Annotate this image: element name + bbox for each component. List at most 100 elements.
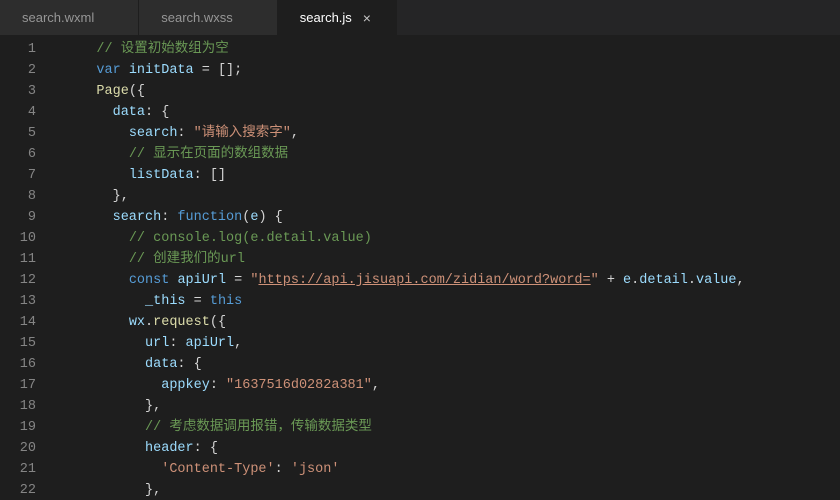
- tab-bar: search.wxml × search.wxss × search.js ×: [0, 0, 840, 35]
- code-token: [64, 252, 129, 267]
- line-number: 2: [0, 60, 52, 81]
- code-line[interactable]: },: [64, 480, 840, 500]
- code-area[interactable]: // 设置初始数组为空 var initData = []; Page({ da…: [52, 35, 840, 500]
- code-token: e: [623, 273, 631, 288]
- code-token: [64, 462, 161, 477]
- code-token: apiUrl: [177, 273, 226, 288]
- line-number: 1: [0, 39, 52, 60]
- code-line[interactable]: var initData = [];: [64, 60, 840, 81]
- code-token: ({: [210, 315, 226, 330]
- line-number: 19: [0, 417, 52, 438]
- code-line[interactable]: },: [64, 186, 840, 207]
- tab-search-wxss[interactable]: search.wxss ×: [139, 0, 278, 35]
- code-token: data: [113, 105, 145, 120]
- code-token: appkey: [161, 378, 210, 393]
- tab-search-wxml[interactable]: search.wxml ×: [0, 0, 139, 35]
- line-number: 13: [0, 291, 52, 312]
- code-token: :: [275, 462, 291, 477]
- code-token: =: [226, 273, 250, 288]
- tab-label: search.js: [300, 10, 352, 25]
- code-token: = [];: [194, 63, 243, 78]
- code-token: [64, 336, 145, 351]
- code-token: },: [64, 483, 161, 498]
- code-token: [121, 63, 129, 78]
- code-token: wx: [129, 315, 145, 330]
- tab-label: search.wxml: [22, 10, 94, 25]
- code-token: detail: [639, 273, 688, 288]
- code-line[interactable]: header: {: [64, 438, 840, 459]
- line-number: 10: [0, 228, 52, 249]
- code-token: ,: [234, 336, 242, 351]
- line-number: 4: [0, 102, 52, 123]
- code-line[interactable]: // 显示在页面的数组数据: [64, 144, 840, 165]
- code-line[interactable]: data: {: [64, 102, 840, 123]
- code-line[interactable]: listData: []: [64, 165, 840, 186]
- code-line[interactable]: Page({: [64, 81, 840, 102]
- code-token: [64, 273, 129, 288]
- code-token: },: [64, 189, 129, 204]
- code-token: listData: [129, 168, 194, 183]
- code-token: [64, 105, 113, 120]
- tab-label: search.wxss: [161, 10, 233, 25]
- line-number: 14: [0, 312, 52, 333]
- code-token: +: [599, 273, 623, 288]
- code-line[interactable]: search: "请输入搜索字",: [64, 123, 840, 144]
- code-token: [64, 294, 145, 309]
- code-line[interactable]: _this = this: [64, 291, 840, 312]
- code-token: var: [96, 63, 120, 78]
- code-token: ,: [291, 126, 299, 141]
- code-token: :: [210, 378, 226, 393]
- code-token: // 显示在页面的数组数据: [129, 147, 288, 162]
- line-number: 8: [0, 186, 52, 207]
- line-number: 3: [0, 81, 52, 102]
- code-line[interactable]: data: {: [64, 354, 840, 375]
- code-token: // 设置初始数组为空: [96, 42, 228, 57]
- code-line[interactable]: 'Content-Type': 'json': [64, 459, 840, 480]
- line-number: 6: [0, 144, 52, 165]
- code-token: : {: [145, 105, 169, 120]
- line-number: 16: [0, 354, 52, 375]
- line-number: 15: [0, 333, 52, 354]
- code-line[interactable]: appkey: "1637516d0282a381",: [64, 375, 840, 396]
- code-token: ,: [737, 273, 745, 288]
- code-token: =: [186, 294, 210, 309]
- code-token: https://api.jisuapi.com/zidian/word?word…: [258, 273, 590, 288]
- code-token: 'Content-Type': [161, 462, 274, 477]
- code-token: ": [591, 273, 599, 288]
- code-token: :: [169, 336, 185, 351]
- code-token: initData: [129, 63, 194, 78]
- code-token: url: [145, 336, 169, 351]
- code-token: [64, 147, 129, 162]
- code-line[interactable]: },: [64, 396, 840, 417]
- line-number: 5: [0, 123, 52, 144]
- code-token: [64, 231, 129, 246]
- code-token: function: [177, 210, 242, 225]
- code-line[interactable]: url: apiUrl,: [64, 333, 840, 354]
- code-token: ,: [372, 378, 380, 393]
- editor[interactable]: 12345678910111213141516171819202122 // 设…: [0, 35, 840, 500]
- code-token: [64, 357, 145, 372]
- line-number: 20: [0, 438, 52, 459]
- code-token: [64, 63, 96, 78]
- code-line[interactable]: // 考虑数据调用报错，传输数据类型: [64, 417, 840, 438]
- code-token: [64, 315, 129, 330]
- line-number-gutter: 12345678910111213141516171819202122: [0, 35, 52, 500]
- code-line[interactable]: const apiUrl = "https://api.jisuapi.com/…: [64, 270, 840, 291]
- code-line[interactable]: // 设置初始数组为空: [64, 39, 840, 60]
- code-line[interactable]: wx.request({: [64, 312, 840, 333]
- code-token: request: [153, 315, 210, 330]
- code-token: 'json': [291, 462, 340, 477]
- line-number: 18: [0, 396, 52, 417]
- code-line[interactable]: search: function(e) {: [64, 207, 840, 228]
- code-token: [64, 168, 129, 183]
- code-line[interactable]: // 创建我们的url: [64, 249, 840, 270]
- line-number: 17: [0, 375, 52, 396]
- tab-search-js[interactable]: search.js ×: [278, 0, 397, 35]
- code-line[interactable]: // console.log(e.detail.value): [64, 228, 840, 249]
- code-token: [64, 210, 113, 225]
- code-token: header: [145, 441, 194, 456]
- line-number: 9: [0, 207, 52, 228]
- code-token: [64, 378, 161, 393]
- code-token: ({: [129, 84, 145, 99]
- close-icon[interactable]: ×: [360, 11, 374, 25]
